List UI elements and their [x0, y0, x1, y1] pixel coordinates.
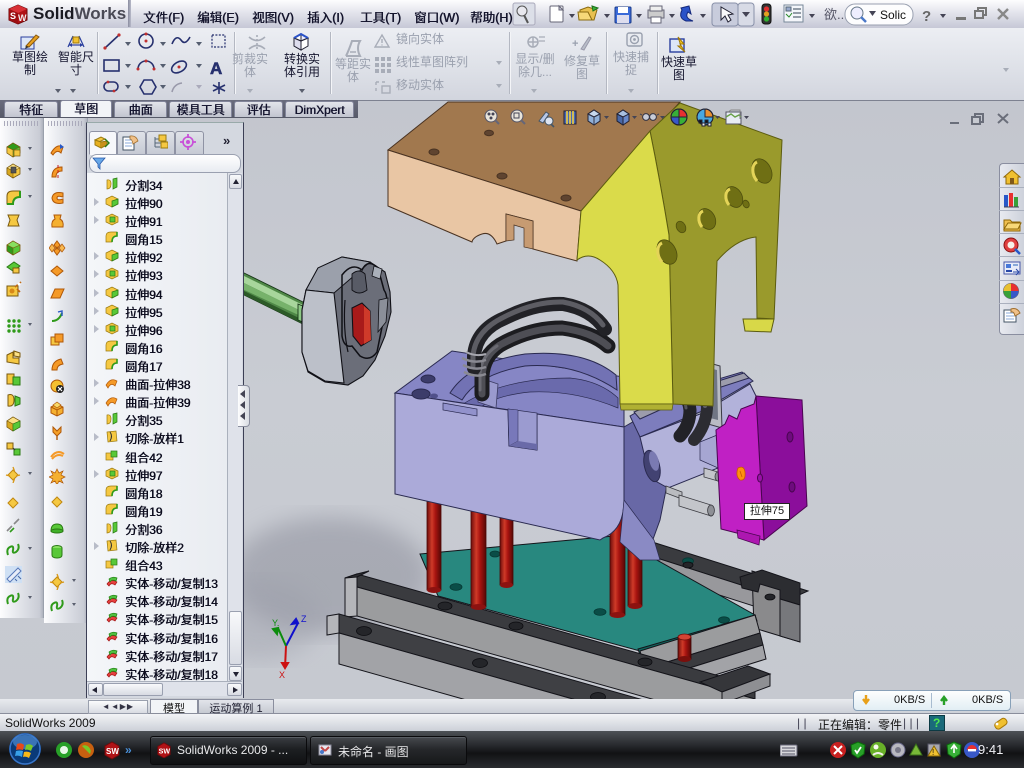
svg-text:W: W	[18, 13, 27, 23]
svg-text:S: S	[10, 11, 16, 21]
svg-text:A: A	[210, 59, 222, 78]
svg-text:!: !	[932, 748, 934, 757]
svg-text:SW: SW	[106, 747, 119, 756]
svg-text:?: ?	[922, 8, 931, 25]
svg-text:Solic: Solic	[880, 8, 906, 22]
svg-text:»: »	[125, 743, 132, 757]
svg-text:欲..: 欲..	[824, 7, 844, 22]
svg-text:SW: SW	[159, 748, 171, 756]
svg-text:Y.: Y.	[272, 618, 279, 628]
svg-text:X: X	[279, 670, 285, 680]
svg-text:Z: Z	[301, 614, 307, 624]
svg-text:+: +	[572, 38, 578, 50]
